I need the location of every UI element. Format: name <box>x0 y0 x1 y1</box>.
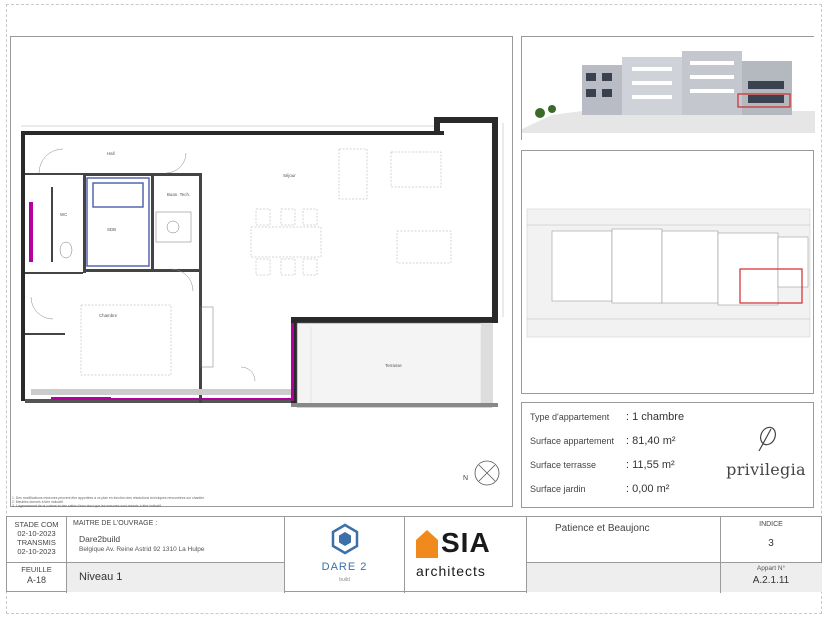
dare2build-logo: DARE 2 build <box>285 517 405 593</box>
room-label-hall: Hall <box>107 151 115 156</box>
north-label: N <box>463 475 469 482</box>
feuille-value: A-18 <box>26 575 46 585</box>
info-label: Surface appartement <box>530 436 615 446</box>
privilegia-wordmark: privilegia <box>726 460 806 479</box>
room-label-buanderie: Buan. Tech. <box>167 192 191 197</box>
note-line: 3. L'agencement de la cuisine et des sal… <box>12 504 162 509</box>
info-row-surface: Surface appartement : 81,40 m² <box>530 435 676 447</box>
floor-plan-panel: Hall Séjour SDB WC Buan. Tech. Chambre T… <box>10 36 513 507</box>
room-label-sdb: SDB <box>107 227 117 232</box>
tb-maitre-cell: MAITRE DE L'OUVRAGE : Dare2build Belgiqu… <box>67 517 285 593</box>
floor-plan-drawing <box>21 117 504 486</box>
maitre-label: MAITRE DE L'OUVRAGE : <box>73 520 158 527</box>
info-row-type: Type d'appartement : 1 chambre <box>530 411 684 423</box>
sia-house-icon <box>416 530 438 558</box>
site-plan-image <box>526 208 811 338</box>
appart-label: Appart N° <box>756 565 786 572</box>
sia-logo-top: SIA <box>441 527 491 558</box>
sia-logo: SIA architects <box>405 517 527 593</box>
dare-logo-sub: build <box>339 577 350 583</box>
info-value: : 0,00 m² <box>626 483 670 495</box>
maitre-name: Dare2build <box>79 534 121 544</box>
project-name: Patience et Beaujonc <box>555 523 650 534</box>
appart-value: A.2.1.11 <box>752 575 790 586</box>
privilegia-logo: privilegia <box>722 425 810 479</box>
transmis-date: 02-10-2023 <box>17 547 56 556</box>
info-value: : 81,40 m² <box>626 435 676 447</box>
site-plan-panel <box>521 150 814 394</box>
sia-logo-bottom: architects <box>416 563 486 579</box>
building-elevation-panel <box>521 36 815 141</box>
apartment-info-panel: Type d'appartement : 1 chambre Surface a… <box>521 402 814 508</box>
north-arrow <box>474 460 500 486</box>
room-label-sejour: Séjour <box>283 173 296 178</box>
info-value: : 11,55 m² <box>626 459 675 471</box>
transmis-label: TRANSMIS <box>17 538 56 547</box>
indice-label: INDICE <box>759 521 783 528</box>
privilegia-mark-icon <box>758 426 776 452</box>
stade-date: 02-10-2023 <box>17 529 56 538</box>
niveau-cell: Niveau 1 <box>67 562 284 592</box>
niveau-label: Niveau 1 <box>79 571 123 583</box>
building-elevation-image <box>522 37 815 141</box>
info-label: Surface terrasse <box>530 460 597 470</box>
tb-indice-cell: INDICE 3 Appart N° A.2.1.11 <box>721 517 822 593</box>
tb-stade-cell: STADE COM 02-10-2023 TRANSMIS 02-10-2023… <box>7 517 67 593</box>
dare-logo-text: DARE 2 <box>321 561 368 573</box>
dare-hexagon-icon <box>331 523 359 555</box>
indice-value: 3 <box>768 538 774 549</box>
info-row-terrasse: Surface terrasse : 11,55 m² <box>530 459 675 471</box>
room-label-wc: WC <box>60 212 68 217</box>
info-row-jardin: Surface jardin : 0,00 m² <box>530 483 669 495</box>
room-label-chambre: Chambre <box>99 313 118 318</box>
info-value: : 1 chambre <box>626 411 685 423</box>
info-label: Type d'appartement <box>530 412 610 422</box>
room-label-terrasse: Terrasse <box>385 363 402 368</box>
info-label: Surface jardin <box>530 484 586 494</box>
feuille-label: FEUILLE <box>21 565 52 574</box>
title-block: STADE COM 02-10-2023 TRANSMIS 02-10-2023… <box>6 516 822 593</box>
stade-label: STADE COM <box>14 520 59 529</box>
plan-notes: 1. Des modifications mineures peuvent êt… <box>12 496 312 509</box>
tb-project-cell: Patience et Beaujonc <box>527 517 721 593</box>
maitre-address: Belgique Av. Reine Astrid 92 1310 La Hul… <box>79 546 205 553</box>
